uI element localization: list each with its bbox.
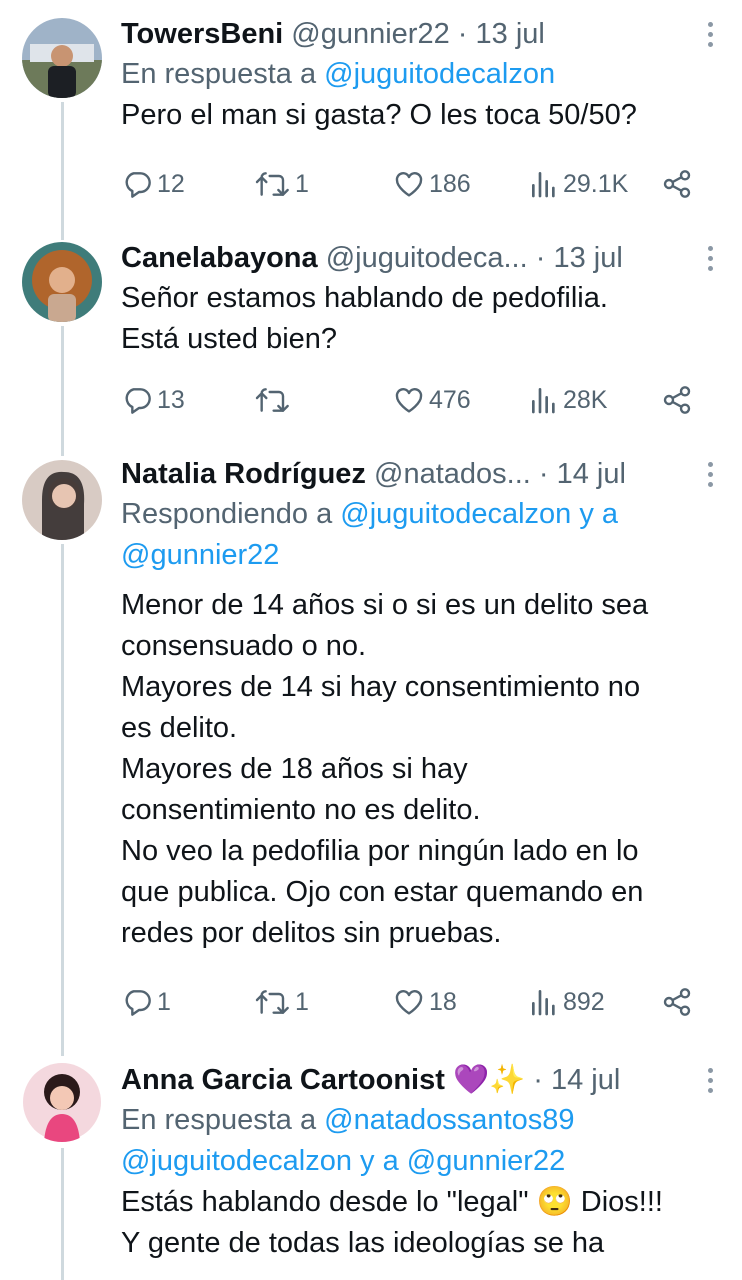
reply-prefix: En respuesta a — [121, 1104, 325, 1136]
share-icon — [663, 386, 691, 414]
tweet-text: Señor estamos hablando de pedofilia. Est… — [121, 282, 608, 355]
tweet-text: Pero el man si gasta? O les toca 50/50? — [121, 99, 637, 131]
reply-button[interactable]: 12 — [121, 164, 185, 204]
retweet-icon — [255, 990, 289, 1014]
reply-icon — [125, 990, 151, 1016]
separator: · — [449, 18, 476, 50]
tweet-1[interactable]: TowersBeni @gunnier22 · 13 jul En respue… — [0, 0, 742, 240]
avatar[interactable] — [22, 460, 102, 540]
retweet-button[interactable] — [255, 380, 295, 420]
share-icon — [663, 988, 691, 1016]
reply-icon — [125, 388, 151, 414]
tweet-header: Canelabayona @juguitodeca... · 13 jul — [121, 238, 722, 278]
retweet-button[interactable]: 1 — [255, 164, 309, 204]
tweet-4[interactable]: Anna Garcia Cartoonist 💜✨ · 14 jul En re… — [0, 1056, 742, 1280]
action-bar: 1 1 18 892 — [121, 982, 711, 1022]
reply-icon — [125, 172, 151, 198]
tweet-header: TowersBeni @gunnier22 · 13 jul — [121, 14, 722, 54]
timestamp[interactable]: 13 jul — [553, 242, 622, 274]
retweet-button[interactable]: 1 — [255, 982, 309, 1022]
reply-mention[interactable]: @juguitodecalzon y a — [340, 498, 618, 530]
action-bar: 13 476 28K — [121, 380, 711, 420]
avatar[interactable] — [22, 18, 102, 98]
heart-icon — [395, 172, 423, 197]
views-icon — [532, 990, 555, 1016]
share-button[interactable] — [661, 380, 693, 420]
heart-icon — [395, 990, 423, 1015]
like-count: 186 — [429, 169, 471, 198]
share-button[interactable] — [661, 982, 693, 1022]
reply-count: 13 — [157, 385, 185, 414]
reply-mention[interactable]: @juguitodecalzon y a @gunnier22 — [121, 1145, 565, 1177]
tweet-2[interactable]: Canelabayona @juguitodeca... · 13 jul Se… — [0, 240, 742, 456]
views-count: 29.1K — [563, 169, 629, 198]
more-icon[interactable] — [708, 246, 714, 272]
thread-line — [61, 326, 64, 456]
views-button[interactable]: 29.1K — [529, 164, 628, 204]
more-icon[interactable] — [708, 462, 714, 488]
tweet-3[interactable]: Natalia Rodríguez @natados... · 14 jul R… — [0, 456, 742, 1056]
like-count: 18 — [429, 987, 457, 1016]
timestamp[interactable]: 14 jul — [551, 1064, 620, 1096]
views-count: 28K — [563, 385, 608, 414]
views-button[interactable]: 28K — [529, 380, 607, 420]
like-button[interactable]: 186 — [393, 164, 471, 204]
share-button[interactable] — [661, 164, 693, 204]
like-count: 476 — [429, 385, 471, 414]
display-name[interactable]: TowersBeni — [121, 18, 283, 50]
tweet-header: Anna Garcia Cartoonist 💜✨ · 14 jul — [121, 1060, 722, 1100]
name-emoji: 💜✨ — [452, 1064, 526, 1096]
separator: · — [525, 1064, 551, 1096]
like-button[interactable]: 18 — [393, 982, 457, 1022]
avatar[interactable] — [22, 1062, 102, 1142]
tweet-text: Estás hablando desde lo "legal" 🙄 Dios!!… — [121, 1186, 663, 1259]
thread-line — [61, 102, 64, 240]
reply-count: 1 — [157, 987, 171, 1016]
retweet-icon — [255, 172, 289, 196]
views-button[interactable]: 892 — [529, 982, 605, 1022]
thread-line — [61, 544, 64, 1056]
like-button[interactable]: 476 — [393, 380, 471, 420]
more-icon[interactable] — [708, 22, 714, 48]
reply-count: 12 — [157, 169, 185, 198]
separator: · — [527, 242, 554, 274]
separator: · — [530, 458, 557, 490]
reply-button[interactable]: 1 — [121, 982, 171, 1022]
heart-icon — [395, 388, 423, 413]
reply-mention[interactable]: @gunnier22 — [121, 539, 279, 571]
reply-prefix: En respuesta a — [121, 58, 325, 90]
timestamp[interactable]: 13 jul — [476, 18, 545, 50]
views-icon — [532, 388, 555, 414]
display-name[interactable]: Anna Garcia Cartoonist — [121, 1064, 445, 1096]
views-icon — [532, 172, 555, 198]
reply-prefix: Respondiendo a — [121, 498, 341, 530]
avatar[interactable] — [22, 242, 102, 322]
tweet-header: Natalia Rodríguez @natados... · 14 jul — [121, 454, 722, 494]
user-handle[interactable]: @juguitodeca... — [326, 242, 528, 274]
reply-button[interactable]: 13 — [121, 380, 185, 420]
share-icon — [663, 170, 691, 198]
retweet-icon — [255, 388, 289, 412]
user-handle[interactable]: @gunnier22 — [291, 18, 449, 50]
tweet-text: Menor de 14 años si o si es un delito se… — [121, 589, 649, 949]
reply-context: En respuesta a @juguitodecalzon — [121, 54, 722, 95]
retweet-count: 1 — [295, 987, 309, 1016]
user-handle[interactable]: @natados... — [374, 458, 531, 490]
views-count: 892 — [563, 987, 605, 1016]
reply-context: En respuesta a @natadossantos89 @juguito… — [121, 1100, 722, 1182]
reply-context: Respondiendo a @juguitodecalzon y a @gun… — [121, 494, 722, 576]
retweet-count: 1 — [295, 169, 309, 198]
reply-mention[interactable]: @natadossantos89 — [324, 1104, 574, 1136]
reply-mention[interactable]: @juguitodecalzon — [324, 58, 555, 90]
more-icon[interactable] — [708, 1068, 714, 1094]
action-bar: 12 1 186 29.1K — [121, 164, 711, 204]
thread-line — [61, 1148, 64, 1280]
display-name[interactable]: Natalia Rodríguez — [121, 458, 366, 490]
timestamp[interactable]: 14 jul — [557, 458, 626, 490]
display-name[interactable]: Canelabayona — [121, 242, 318, 274]
